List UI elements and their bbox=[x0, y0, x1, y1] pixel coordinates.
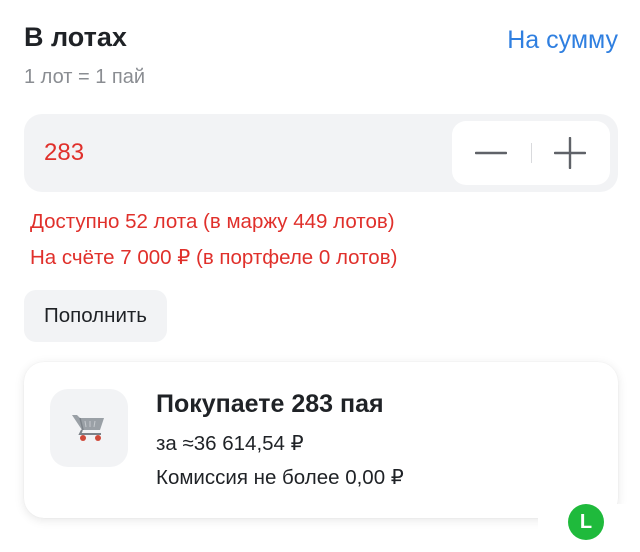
order-quantity-screen: В лотах На сумму 1 лот = 1 пай 283 Досту… bbox=[0, 0, 640, 552]
quantity-header: В лотах На сумму 1 лот = 1 пай bbox=[24, 22, 618, 94]
order-title: Покупаете 283 пая bbox=[156, 390, 384, 418]
account-balance-warning: На счёте 7 000 ₽ (в портфеле 0 лотов) bbox=[30, 246, 398, 269]
increment-button[interactable] bbox=[531, 121, 610, 185]
order-summary-card: Покупаете 283 пая за ≈36 614,54 ₽ Комисс… bbox=[24, 362, 618, 518]
decrement-button[interactable] bbox=[452, 121, 531, 185]
quantity-field[interactable]: 283 bbox=[24, 114, 618, 192]
available-lots-warning: Доступно 52 лота (в маржу 449 лотов) bbox=[30, 210, 395, 233]
shopping-cart-icon bbox=[72, 415, 104, 441]
minus-icon bbox=[475, 151, 507, 155]
quantity-mode-title: В лотах bbox=[24, 22, 127, 52]
order-total: за ≈36 614,54 ₽ bbox=[156, 432, 304, 455]
plus-icon bbox=[554, 137, 586, 169]
order-commission: Комиссия не более 0,00 ₽ bbox=[156, 466, 404, 489]
switch-to-amount-link[interactable]: На сумму bbox=[507, 26, 618, 55]
availability-warnings: Доступно 52 лота (в маржу 449 лотов) На … bbox=[30, 204, 397, 276]
l-badge-icon[interactable]: L bbox=[568, 504, 604, 540]
quantity-stepper bbox=[452, 121, 610, 185]
top-up-button[interactable]: Пополнить bbox=[24, 290, 167, 342]
quantity-input[interactable]: 283 bbox=[44, 139, 84, 167]
lot-size-hint: 1 лот = 1 пай bbox=[24, 66, 146, 88]
cart-icon-tile bbox=[50, 389, 128, 467]
